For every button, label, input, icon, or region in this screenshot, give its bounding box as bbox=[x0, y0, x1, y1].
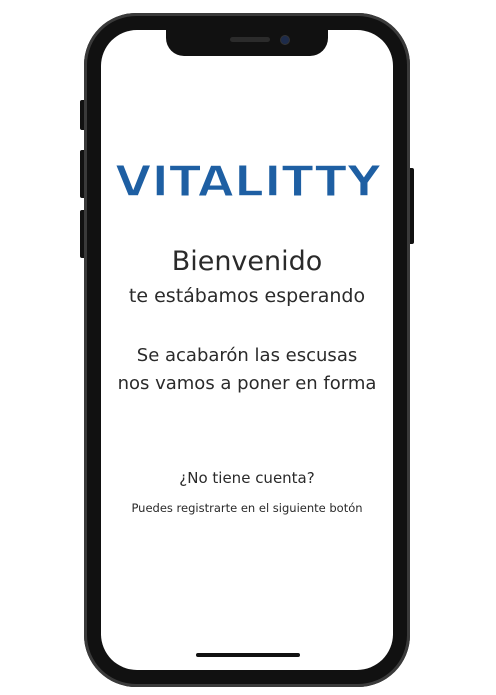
no-account-question: ¿No tiene cuenta? bbox=[179, 469, 315, 487]
phone-notch bbox=[166, 28, 328, 56]
speaker-grille bbox=[230, 37, 270, 42]
vitalitty-logo: VITALITTY bbox=[112, 158, 384, 204]
front-camera bbox=[280, 35, 290, 45]
motto-line-1: Se acabarón las escusas bbox=[136, 345, 358, 366]
logo-wordmark: VITALITTY bbox=[115, 158, 382, 204]
welcome-title: Bienvenido bbox=[171, 246, 323, 277]
register-hint: Puedes registrarte en el siguiente botón bbox=[131, 501, 363, 515]
welcome-subtitle: te estábamos esperando bbox=[128, 285, 366, 307]
home-indicator[interactable] bbox=[196, 653, 300, 657]
motto-line-2: nos vamos a poner en forma bbox=[117, 373, 377, 394]
